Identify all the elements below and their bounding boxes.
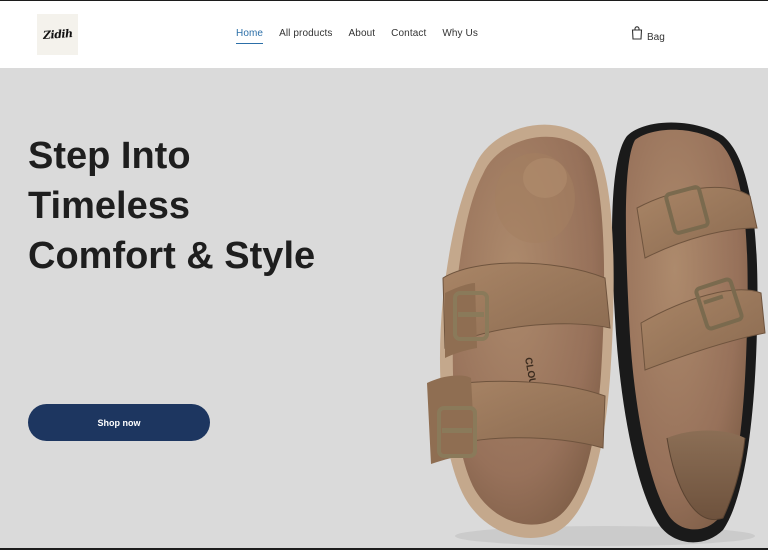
- nav-link-contact[interactable]: Contact: [391, 28, 426, 44]
- sandals-product-image: CLOUD: [427, 122, 766, 546]
- bag-button[interactable]: Bag: [631, 26, 665, 45]
- shopping-bag-icon: [631, 26, 643, 45]
- left-sandal: CLOUD: [427, 124, 614, 538]
- bag-label: Bag: [647, 32, 665, 43]
- main-nav: Home All products About Contact Why Us: [236, 28, 478, 44]
- hero-title: Step Into Timeless Comfort & Style: [28, 131, 358, 281]
- hero-section: Step Into Timeless Comfort & Style Shop …: [0, 68, 768, 548]
- nav-link-home[interactable]: Home: [236, 28, 264, 44]
- nav-link-all-products[interactable]: All products: [279, 28, 332, 44]
- brand-logo[interactable]: Zidih: [37, 14, 78, 55]
- site-header: Zidih Home All products About Contact Wh…: [0, 1, 768, 68]
- right-sandal: [612, 122, 766, 543]
- brand-logo-text: Zidih: [42, 26, 73, 43]
- nav-link-about[interactable]: About: [349, 28, 376, 44]
- hero-title-line: Step Into: [28, 135, 191, 177]
- nav-link-why-us[interactable]: Why Us: [442, 28, 478, 44]
- hero-title-line: Comfort & Style: [28, 235, 316, 277]
- shop-now-button[interactable]: Shop now: [28, 404, 210, 441]
- hero-title-line: Timeless: [28, 185, 190, 227]
